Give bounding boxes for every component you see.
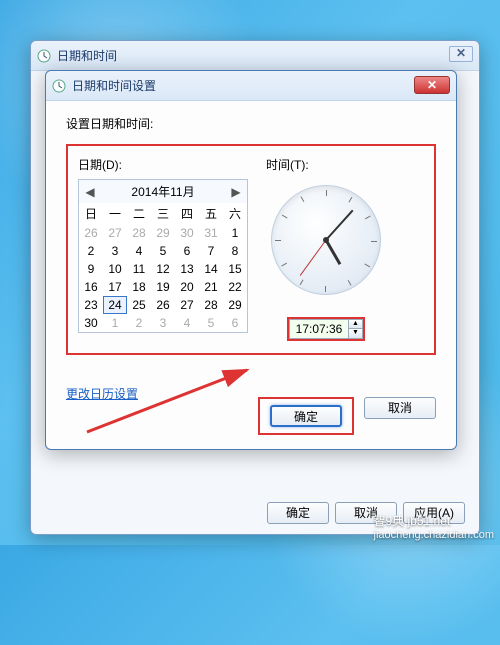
calendar-day[interactable]: 29 — [223, 296, 247, 314]
calendar-day[interactable]: 7 — [199, 242, 223, 260]
calendar-day[interactable]: 22 — [223, 278, 247, 296]
calendar-day[interactable]: 21 — [199, 278, 223, 296]
clock-tick — [364, 264, 370, 268]
clock-icon — [52, 79, 66, 93]
calendar-day[interactable]: 8 — [223, 242, 247, 260]
calendar: ◀ 2014年11月 ▶ 日一二三四五六26272829303112345678… — [78, 179, 248, 333]
dialog-button-row: 确定 取消 — [258, 397, 436, 435]
clock-tick — [281, 263, 287, 267]
calendar-day[interactable]: 26 — [151, 296, 175, 314]
ok-button[interactable]: 确定 — [270, 405, 342, 427]
clock-tick — [349, 197, 353, 203]
calendar-day[interactable]: 15 — [223, 260, 247, 278]
calendar-day[interactable]: 27 — [103, 224, 127, 242]
clock-tick — [301, 196, 305, 202]
dialog-subtitle: 设置日期和时间: — [66, 115, 436, 132]
watermark-line1: 智9典 jb51.net — [374, 512, 494, 529]
calendar-day[interactable]: 30 — [79, 314, 103, 332]
calendar-day[interactable]: 23 — [79, 296, 103, 314]
calendar-day[interactable]: 18 — [127, 278, 151, 296]
dialog-body: 设置日期和时间: 日期(D): ◀ 2014年11月 ▶ 日一二三四五六2627… — [46, 101, 456, 416]
inner-window-title: 日期和时间设置 — [72, 77, 156, 94]
inner-close-button[interactable]: ✕ — [414, 76, 450, 94]
time-input[interactable] — [289, 319, 349, 339]
spinner-down-button[interactable]: ▼ — [349, 329, 362, 338]
watermark-line2: jiaocheng.chazidian.com — [374, 529, 494, 541]
calendar-dow: 日 — [79, 203, 103, 224]
calendar-day[interactable]: 12 — [151, 260, 175, 278]
calendar-day[interactable]: 17 — [103, 278, 127, 296]
clock-tick — [300, 279, 304, 285]
calendar-day[interactable]: 6 — [175, 242, 199, 260]
calendar-day[interactable]: 13 — [175, 260, 199, 278]
outer-window-title: 日期和时间 — [57, 47, 117, 64]
clock-tick — [275, 240, 281, 241]
time-spinner: ▲ ▼ — [349, 319, 363, 339]
spinner-up-button[interactable]: ▲ — [349, 320, 362, 329]
calendar-day[interactable]: 3 — [151, 314, 175, 332]
highlight-box-time: ▲ ▼ — [287, 317, 365, 341]
calendar-dow: 六 — [223, 203, 247, 224]
time-label: 时间(T): — [266, 156, 309, 173]
date-label: 日期(D): — [78, 156, 248, 173]
highlight-box-ok: 确定 — [258, 397, 354, 435]
calendar-day[interactable]: 2 — [127, 314, 151, 332]
calendar-dow: 四 — [175, 203, 199, 224]
clock-tick — [348, 280, 352, 286]
calendar-day[interactable]: 9 — [79, 260, 103, 278]
analog-clock — [271, 185, 381, 295]
clock-tick — [371, 241, 377, 242]
calendar-day[interactable]: 4 — [175, 314, 199, 332]
calendar-day[interactable]: 19 — [151, 278, 175, 296]
calendar-day[interactable]: 30 — [175, 224, 199, 242]
clock-tick — [325, 286, 326, 292]
second-hand — [300, 240, 327, 276]
calendar-day[interactable]: 28 — [127, 224, 151, 242]
calendar-day[interactable]: 24 — [103, 296, 127, 314]
calendar-day[interactable]: 25 — [127, 296, 151, 314]
calendar-day[interactable]: 1 — [223, 224, 247, 242]
highlight-box-datetime: 日期(D): ◀ 2014年11月 ▶ 日一二三四五六2627282930311… — [66, 144, 436, 355]
minute-hand — [325, 210, 353, 241]
calendar-day[interactable]: 1 — [103, 314, 127, 332]
inner-titlebar[interactable]: 日期和时间设置 ✕ — [46, 71, 456, 101]
calendar-day[interactable]: 5 — [151, 242, 175, 260]
calendar-day[interactable]: 28 — [199, 296, 223, 314]
hour-hand — [325, 239, 342, 265]
calendar-title[interactable]: 2014年11月 — [131, 183, 194, 200]
calendar-day[interactable]: 26 — [79, 224, 103, 242]
calendar-day[interactable]: 16 — [79, 278, 103, 296]
calendar-dow: 三 — [151, 203, 175, 224]
calendar-day[interactable]: 14 — [199, 260, 223, 278]
outer-close-button[interactable]: ✕ — [449, 46, 473, 62]
clock-center — [323, 237, 329, 243]
calendar-day[interactable]: 20 — [175, 278, 199, 296]
watermark: 智9典 jb51.net jiaocheng.chazidian.com — [374, 512, 494, 541]
calendar-day[interactable]: 4 — [127, 242, 151, 260]
clock-tick — [365, 216, 371, 220]
calendar-day[interactable]: 10 — [103, 260, 127, 278]
clock-tick — [326, 190, 327, 196]
calendar-day[interactable]: 5 — [199, 314, 223, 332]
change-calendar-settings-link[interactable]: 更改日历设置 — [66, 385, 138, 402]
calendar-day[interactable]: 2 — [79, 242, 103, 260]
calendar-dow: 一 — [103, 203, 127, 224]
calendar-day[interactable]: 27 — [175, 296, 199, 314]
calendar-dow: 五 — [199, 203, 223, 224]
clock-icon — [37, 49, 51, 63]
calendar-dow: 二 — [127, 203, 151, 224]
cancel-button[interactable]: 取消 — [364, 397, 436, 419]
outer-ok-button[interactable]: 确定 — [267, 502, 329, 524]
calendar-day[interactable]: 31 — [199, 224, 223, 242]
calendar-day[interactable]: 11 — [127, 260, 151, 278]
clock-tick — [282, 215, 288, 219]
outer-titlebar[interactable]: 日期和时间 ✕ — [31, 41, 479, 71]
calendar-day[interactable]: 29 — [151, 224, 175, 242]
calendar-day[interactable]: 6 — [223, 314, 247, 332]
calendar-next-button[interactable]: ▶ — [229, 185, 243, 199]
calendar-day[interactable]: 3 — [103, 242, 127, 260]
date-time-settings-dialog: 日期和时间设置 ✕ 设置日期和时间: 日期(D): ◀ 2014年11月 ▶ 日… — [45, 70, 457, 450]
calendar-prev-button[interactable]: ◀ — [83, 185, 97, 199]
